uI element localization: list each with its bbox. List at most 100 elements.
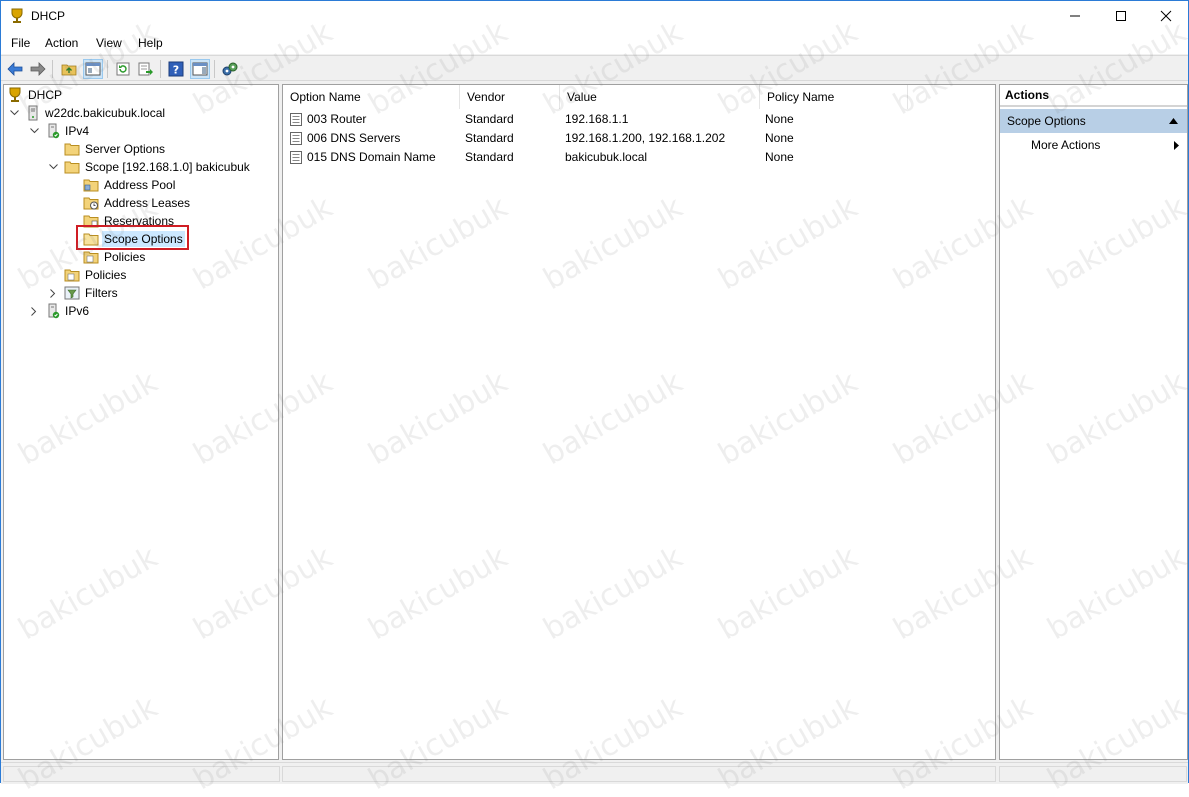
show-hide-tree-button[interactable] <box>83 59 103 79</box>
table-row[interactable]: 006 DNS Servers Standard 192.168.1.200, … <box>283 129 995 148</box>
dhcp-app-icon <box>11 8 23 23</box>
tree-label: Address Leases <box>104 196 191 210</box>
toolbar-separator <box>107 60 108 78</box>
address-pool-folder-icon <box>83 179 99 192</box>
toolbar-separator <box>52 60 53 78</box>
table-row[interactable]: 003 Router Standard 192.168.1.1 None <box>283 110 995 129</box>
tree-node-policies[interactable]: Policies <box>64 266 128 284</box>
dhcp-icon <box>9 87 21 102</box>
back-button[interactable] <box>5 59 25 79</box>
status-segment <box>999 766 1187 782</box>
tree-node-server-options[interactable]: Server Options <box>64 140 167 158</box>
column-header-vendor[interactable]: Vendor <box>460 85 560 109</box>
actions-pane: Actions Scope Options More Actions <box>999 84 1188 760</box>
option-icon <box>290 132 302 145</box>
address-leases-folder-icon <box>83 197 99 210</box>
tree-label: IPv6 <box>65 304 90 318</box>
folder-icon <box>64 161 80 174</box>
tree-node-dhcp-root[interactable]: DHCP <box>7 86 64 104</box>
status-bar <box>1 762 1188 784</box>
up-folder-icon <box>61 64 77 76</box>
results-list-pane[interactable]: Option Name Vendor Value Policy Name 003… <box>282 84 996 760</box>
tree-label: Policies <box>85 268 127 282</box>
cell-vendor: Standard <box>465 112 514 126</box>
tree-label: Scope [192.168.1.0] bakicubuk <box>85 160 250 174</box>
tree-node-ipv4[interactable]: IPv4 <box>46 122 91 140</box>
tree-label: Policies <box>104 250 146 264</box>
tree-node-scope-policies[interactable]: Policies <box>83 248 147 266</box>
menu-file[interactable]: File <box>11 36 30 50</box>
minimize-button[interactable] <box>1052 1 1098 31</box>
tree-node-ipv6[interactable]: IPv6 <box>46 302 91 320</box>
minimize-icon <box>1070 15 1080 17</box>
toolbar-separator <box>160 60 161 78</box>
forward-button[interactable] <box>28 59 48 79</box>
table-row[interactable]: 015 DNS Domain Name Standard bakicubuk.l… <box>283 148 995 167</box>
toolbar-separator <box>214 60 215 78</box>
tree-label: w22dc.bakicubuk.local <box>45 106 166 120</box>
cell-value: 192.168.1.1 <box>565 112 629 126</box>
actions-group-scope-options[interactable]: Scope Options <box>1000 109 1187 133</box>
server-icon <box>28 105 38 121</box>
help-button[interactable]: ? <box>166 59 186 79</box>
close-icon <box>1160 10 1172 22</box>
cell-policy-name: None <box>765 150 794 164</box>
tree-node-address-leases[interactable]: Address Leases <box>83 194 192 212</box>
dhcp-options-button[interactable] <box>220 59 240 79</box>
tree-node-scope[interactable]: Scope [192.168.1.0] bakicubuk <box>64 158 252 176</box>
collapse-scope-icon[interactable] <box>48 162 58 172</box>
show-hide-action-pane-icon <box>192 62 208 76</box>
collapse-server-icon[interactable] <box>9 108 19 118</box>
actions-header: Actions <box>1000 85 1187 107</box>
tree-node-address-pool[interactable]: Address Pool <box>83 176 177 194</box>
chevron-down-icon <box>29 128 39 134</box>
toolbar: ? <box>1 55 1188 81</box>
console-tree-pane[interactable]: DHCP w22dc.bakicubuk.local IPv4 Server O… <box>3 84 279 760</box>
chevron-down-icon <box>48 164 58 170</box>
status-segment <box>282 766 996 782</box>
refresh-icon <box>116 62 130 76</box>
cell-vendor: Standard <box>465 131 514 145</box>
collapse-ipv4-icon[interactable] <box>29 126 39 136</box>
forward-icon <box>30 62 46 76</box>
tree-node-server[interactable]: w22dc.bakicubuk.local <box>26 104 167 122</box>
column-header-policy-name[interactable]: Policy Name <box>760 85 908 109</box>
column-header-option-name[interactable]: Option Name <box>283 85 460 109</box>
option-icon <box>290 151 302 164</box>
title-bar[interactable]: DHCP <box>1 1 1188 32</box>
chevron-right-icon <box>31 306 37 316</box>
more-actions-label: More Actions <box>1031 138 1101 152</box>
show-hide-tree-icon <box>85 62 101 76</box>
cell-vendor: Standard <box>465 150 514 164</box>
up-folder-button[interactable] <box>59 59 79 79</box>
highlight-box <box>76 225 189 250</box>
chevron-down-icon <box>9 110 19 116</box>
window-title: DHCP <box>31 9 66 23</box>
more-actions-item[interactable]: More Actions <box>1031 137 1100 153</box>
expand-filters-icon[interactable] <box>48 288 58 298</box>
export-list-button[interactable] <box>136 59 156 79</box>
tree-node-filters[interactable]: Filters <box>64 284 120 302</box>
filters-icon <box>64 286 80 300</box>
expand-ipv6-icon[interactable] <box>29 306 39 316</box>
back-icon <box>7 62 23 76</box>
column-header-value[interactable]: Value <box>560 85 760 109</box>
maximize-icon <box>1116 11 1126 21</box>
folder-icon <box>64 143 80 156</box>
dhcp-window: DHCP File Action View Help ? DHCP w22dc.… <box>0 0 1189 797</box>
menu-help[interactable]: Help <box>138 36 163 50</box>
policies-folder-icon <box>83 251 99 264</box>
menu-view[interactable]: View <box>96 36 122 50</box>
status-segment <box>3 766 280 782</box>
show-hide-action-pane-button[interactable] <box>190 59 210 79</box>
ipv4-server-icon <box>48 123 60 139</box>
tree-label: Server Options <box>85 142 166 156</box>
tree-label: Address Pool <box>104 178 176 192</box>
menu-action[interactable]: Action <box>45 36 78 50</box>
close-button[interactable] <box>1143 1 1189 31</box>
menu-bar: File Action View Help <box>1 32 1188 54</box>
refresh-button[interactable] <box>113 59 133 79</box>
cell-policy-name: None <box>765 131 794 145</box>
maximize-button[interactable] <box>1098 1 1144 31</box>
cell-value: 192.168.1.200, 192.168.1.202 <box>565 131 726 145</box>
